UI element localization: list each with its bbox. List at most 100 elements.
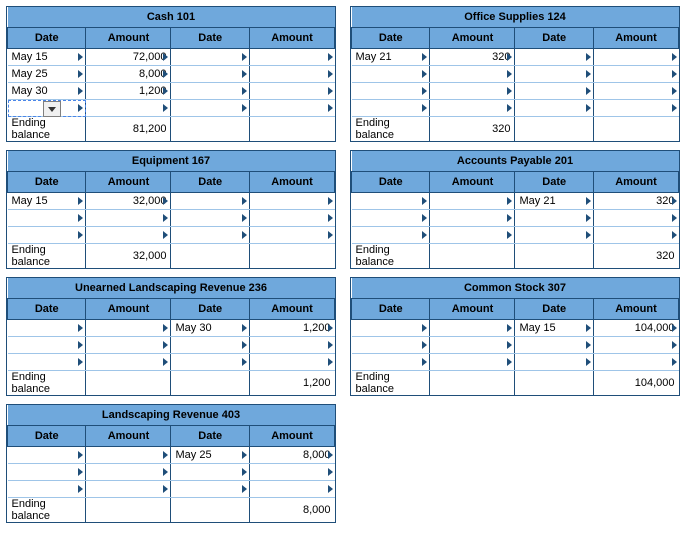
credit-amount-cell[interactable]: [249, 464, 334, 481]
header-amount: Amount: [430, 28, 515, 49]
credit-date-cell[interactable]: [171, 464, 249, 481]
credit-date-cell[interactable]: [515, 66, 593, 83]
debit-amount-cell[interactable]: [86, 464, 171, 481]
credit-amount-cell[interactable]: [593, 100, 678, 117]
credit-amount-cell[interactable]: [593, 49, 678, 66]
credit-amount-cell[interactable]: [249, 481, 334, 498]
debit-date-cell[interactable]: [352, 193, 430, 210]
debit-date-cell[interactable]: [8, 447, 86, 464]
debit-amount-cell[interactable]: [430, 193, 515, 210]
debit-amount-cell[interactable]: [86, 447, 171, 464]
column-headers: Date Amount Date Amount: [8, 426, 335, 447]
credit-date-cell[interactable]: May 15: [515, 320, 593, 337]
credit-date-cell[interactable]: [171, 227, 249, 244]
debit-date-cell[interactable]: May 15: [8, 49, 86, 66]
credit-amount-cell[interactable]: [249, 227, 334, 244]
credit-date-cell[interactable]: [171, 337, 249, 354]
debit-date-cell[interactable]: [352, 66, 430, 83]
credit-date-cell[interactable]: [171, 49, 249, 66]
credit-amount-cell[interactable]: 104,000: [593, 320, 678, 337]
debit-date-cell[interactable]: [8, 464, 86, 481]
credit-date-cell[interactable]: [171, 66, 249, 83]
debit-amount-cell[interactable]: 1,200: [86, 83, 171, 100]
credit-amount-cell[interactable]: [249, 193, 334, 210]
debit-date-cell[interactable]: [8, 481, 86, 498]
credit-amount-cell[interactable]: [249, 49, 334, 66]
debit-date-cell[interactable]: [8, 100, 86, 117]
debit-amount-cell[interactable]: [430, 83, 515, 100]
debit-amount-cell[interactable]: [430, 320, 515, 337]
credit-amount-cell[interactable]: 1,200: [249, 320, 334, 337]
debit-amount-cell[interactable]: 72,000: [86, 49, 171, 66]
credit-amount-cell[interactable]: [249, 354, 334, 371]
debit-date-cell[interactable]: May 15: [8, 193, 86, 210]
credit-date-cell[interactable]: [171, 210, 249, 227]
debit-amount-cell[interactable]: [86, 100, 171, 117]
dropdown-icon[interactable]: [43, 101, 61, 117]
debit-date-cell[interactable]: [352, 100, 430, 117]
debit-amount-cell[interactable]: 8,000: [86, 66, 171, 83]
credit-amount-cell[interactable]: [593, 337, 678, 354]
credit-amount-cell[interactable]: [249, 210, 334, 227]
debit-date-cell[interactable]: May 21: [352, 49, 430, 66]
debit-amount-cell[interactable]: [430, 100, 515, 117]
debit-amount-cell[interactable]: [430, 210, 515, 227]
debit-amount-cell[interactable]: 32,000: [86, 193, 171, 210]
credit-date-cell[interactable]: May 30: [171, 320, 249, 337]
credit-amount-cell[interactable]: [593, 83, 678, 100]
credit-amount-cell[interactable]: [249, 66, 334, 83]
debit-date-cell[interactable]: May 25: [8, 66, 86, 83]
debit-date-cell[interactable]: [8, 320, 86, 337]
credit-date-cell[interactable]: [515, 83, 593, 100]
account-ap: Accounts Payable 201 Date Amount Date Am…: [350, 150, 680, 269]
debit-date-cell[interactable]: [352, 227, 430, 244]
credit-date-cell[interactable]: [171, 100, 249, 117]
credit-amount-cell[interactable]: [593, 66, 678, 83]
credit-amount-cell[interactable]: 8,000: [249, 447, 334, 464]
credit-date-cell[interactable]: [515, 354, 593, 371]
debit-amount-cell[interactable]: [86, 210, 171, 227]
debit-amount-cell[interactable]: [86, 354, 171, 371]
credit-date-cell[interactable]: [515, 49, 593, 66]
debit-amount-cell[interactable]: [86, 481, 171, 498]
debit-amount-cell[interactable]: [430, 66, 515, 83]
debit-date-cell[interactable]: [352, 83, 430, 100]
credit-amount-cell[interactable]: [593, 354, 678, 371]
debit-date-cell[interactable]: [8, 354, 86, 371]
credit-date-cell[interactable]: May 25: [171, 447, 249, 464]
column-headers: Date Amount Date Amount: [352, 28, 679, 49]
debit-date-cell[interactable]: [8, 337, 86, 354]
debit-date-cell[interactable]: May 30: [8, 83, 86, 100]
credit-amount-cell[interactable]: [249, 100, 334, 117]
debit-date-cell[interactable]: [352, 337, 430, 354]
debit-date-cell[interactable]: [352, 354, 430, 371]
credit-amount-cell[interactable]: [249, 83, 334, 100]
debit-date-cell[interactable]: [352, 210, 430, 227]
debit-amount-cell[interactable]: [86, 337, 171, 354]
credit-amount-cell[interactable]: [593, 227, 678, 244]
header-amount: Amount: [430, 299, 515, 320]
credit-date-cell[interactable]: [171, 193, 249, 210]
credit-date-cell[interactable]: [171, 481, 249, 498]
debit-amount-cell[interactable]: 320: [430, 49, 515, 66]
credit-date-cell[interactable]: May 21: [515, 193, 593, 210]
debit-date-cell[interactable]: [352, 320, 430, 337]
credit-date-cell[interactable]: [171, 83, 249, 100]
debit-amount-cell[interactable]: [430, 227, 515, 244]
credit-date-cell[interactable]: [515, 227, 593, 244]
credit-amount-cell[interactable]: [593, 210, 678, 227]
credit-date-cell[interactable]: [515, 100, 593, 117]
debit-amount-cell[interactable]: [86, 227, 171, 244]
credit-date-cell[interactable]: [515, 210, 593, 227]
credit-amount-cell[interactable]: [249, 337, 334, 354]
debit-amount-cell[interactable]: [86, 320, 171, 337]
credit-date-cell[interactable]: [515, 337, 593, 354]
debit-amount-cell[interactable]: [430, 354, 515, 371]
chevron-icon: [422, 358, 427, 366]
credit-date-cell[interactable]: [171, 354, 249, 371]
header-date: Date: [171, 28, 249, 49]
credit-amount-cell[interactable]: 320: [593, 193, 678, 210]
debit-amount-cell[interactable]: [430, 337, 515, 354]
debit-date-cell[interactable]: [8, 227, 86, 244]
debit-date-cell[interactable]: [8, 210, 86, 227]
